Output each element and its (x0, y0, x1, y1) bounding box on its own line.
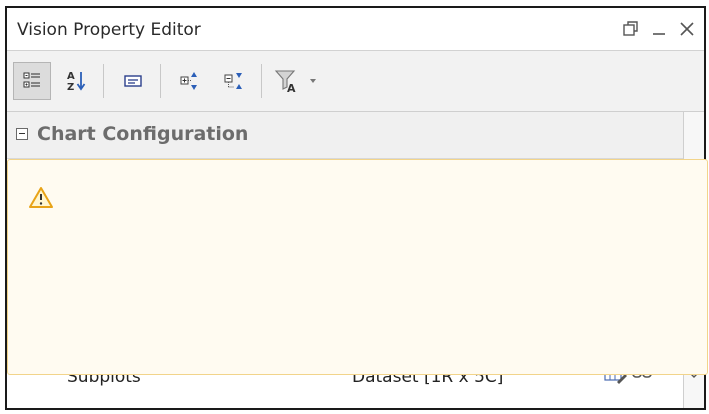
filter-icon: A (274, 70, 296, 94)
svg-text:A: A (67, 71, 75, 82)
expand-all-button[interactable] (171, 62, 209, 100)
alphabetical-sort-button[interactable]: A Z (57, 62, 95, 100)
filter-dropdown-button[interactable] (304, 62, 322, 100)
title-bar: Vision Property Editor (7, 8, 704, 51)
property-pages-icon (124, 75, 142, 87)
minimize-button[interactable] (646, 15, 672, 43)
collapse-all-button[interactable] (215, 62, 253, 100)
collapse-all-icon (224, 73, 242, 89)
close-icon (680, 22, 694, 36)
svg-text:Z: Z (67, 82, 74, 93)
toolbar-separator (261, 64, 262, 98)
section-header-chart-configuration[interactable]: Chart Configuration (7, 112, 704, 159)
close-button[interactable] (674, 15, 700, 43)
float-window-button[interactable] (618, 15, 644, 43)
minimize-icon (653, 33, 665, 35)
toolbar-separator (160, 64, 161, 98)
collapse-toggle-icon[interactable] (16, 128, 28, 140)
toolbar: A Z A (7, 51, 704, 112)
categorized-icon (23, 72, 40, 88)
warning-tooltip (7, 159, 708, 375)
restore-icon (623, 21, 638, 36)
expand-all-icon (180, 72, 197, 90)
window-controls (618, 14, 700, 44)
chevron-down-icon (310, 79, 316, 83)
section-title: Chart Configuration (37, 123, 249, 145)
toolbar-separator (103, 64, 104, 98)
sort-az-icon: A Z (67, 71, 86, 93)
window-title: Vision Property Editor (17, 20, 201, 40)
filter-button[interactable]: A (272, 62, 304, 100)
warning-icon (29, 187, 53, 208)
categorized-view-button[interactable] (13, 62, 51, 100)
property-pages-button[interactable] (114, 62, 152, 100)
svg-text:A: A (287, 82, 296, 94)
